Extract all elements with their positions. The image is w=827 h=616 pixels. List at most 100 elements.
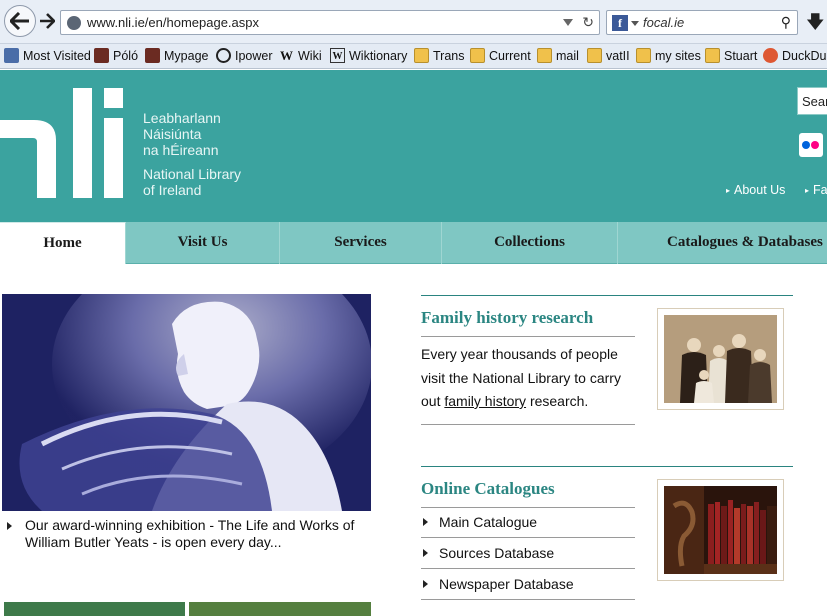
duckduckgo-icon xyxy=(763,48,778,63)
address-bar[interactable]: www.nli.ie/en/homepage.aspx ↻ xyxy=(60,10,600,35)
tab-catalogues-databases[interactable]: Catalogues & Databases xyxy=(618,222,827,264)
bookmark-most-visited[interactable]: Most Visited xyxy=(4,48,91,63)
bookmark-trans[interactable]: Trans xyxy=(414,48,465,63)
library-name-english-line: of Ireland xyxy=(143,182,202,198)
flickr-pink-dot xyxy=(811,141,819,149)
catalogue-link-sources[interactable]: Sources Database xyxy=(421,538,635,569)
bookmark-polo[interactable]: Póló xyxy=(94,48,138,63)
bookmark-label: my sites xyxy=(655,48,701,63)
thumbnail-image[interactable] xyxy=(4,602,185,616)
picture-icon xyxy=(145,48,160,63)
site-header xyxy=(0,70,827,222)
tab-services[interactable]: Services xyxy=(280,222,442,264)
family-history-link[interactable]: family history xyxy=(444,393,526,409)
bookshelf-photo[interactable] xyxy=(657,479,784,581)
bookmark-label: Wiktionary xyxy=(349,48,408,63)
bookmark-stuart[interactable]: Stuart xyxy=(705,48,757,63)
folder-icon xyxy=(587,48,602,63)
bookmark-mypage[interactable]: Mypage xyxy=(145,48,208,63)
url-text: www.nli.ie/en/homepage.aspx xyxy=(87,15,259,30)
family-text-after: research. xyxy=(529,393,589,409)
folder-icon xyxy=(537,48,552,63)
about-us-label: About Us xyxy=(734,183,786,197)
family-portrait-image xyxy=(664,315,777,403)
arrow-icon xyxy=(7,522,12,530)
site-search-input[interactable]: Sear xyxy=(797,87,827,115)
arrow-icon xyxy=(423,518,428,526)
folder-icon xyxy=(470,48,485,63)
yeats-exhibition-image[interactable] xyxy=(2,294,371,511)
catalogue-link-main[interactable]: Main Catalogue xyxy=(421,507,635,538)
family-history-title[interactable]: Family history research xyxy=(421,308,593,328)
back-button[interactable] xyxy=(4,5,36,37)
bookmark-duckduckgo[interactable]: DuckDuc xyxy=(763,48,827,63)
section-divider xyxy=(421,466,793,467)
family-history-text: Every year thousands of people visit the… xyxy=(421,343,641,414)
tab-collections[interactable]: Collections xyxy=(442,222,618,264)
section-divider xyxy=(421,295,793,296)
library-name-irish-line: Leabharlann xyxy=(143,110,221,126)
library-name-english-line: National Library xyxy=(143,166,242,182)
bookmarks-bar: Most Visited Póló Mypage Ipower W Wiki WW… xyxy=(0,44,827,69)
hero-caption-text: Our award-winning exhibition - The Life … xyxy=(25,517,355,550)
family-photo[interactable] xyxy=(657,308,784,410)
utility-link-label: Fa xyxy=(813,183,827,197)
arrow-icon xyxy=(423,580,428,588)
download-icon[interactable]: 🡇 xyxy=(806,10,825,40)
bookshelf-image xyxy=(664,486,777,574)
forward-arrow-icon xyxy=(40,13,55,29)
flickr-blue-dot xyxy=(802,141,810,149)
utility-link-truncated[interactable]: ▸ Fa xyxy=(805,183,827,197)
search-engine-dropdown-icon[interactable] xyxy=(631,21,639,26)
reload-icon[interactable]: ↻ xyxy=(582,14,594,31)
bookmark-wiktionary[interactable]: W Wiktionary xyxy=(330,48,407,63)
hero-caption-link[interactable]: Our award-winning exhibition - The Life … xyxy=(7,517,377,551)
bookmark-label: Póló xyxy=(113,48,139,63)
bookmark-vatii[interactable]: vatII xyxy=(587,48,630,63)
bookmark-label: Wiki xyxy=(298,48,322,63)
globe-icon xyxy=(67,16,81,30)
bookmark-mail[interactable]: mail xyxy=(537,48,579,63)
library-name-irish-line: Náisiúnta xyxy=(143,126,202,142)
tab-home[interactable]: Home xyxy=(0,222,126,264)
thumbnail-image[interactable] xyxy=(189,602,371,616)
folder-icon xyxy=(414,48,429,63)
picture-icon xyxy=(94,48,109,63)
url-history-dropdown-icon[interactable] xyxy=(563,19,573,26)
tab-visit-us[interactable]: Visit Us xyxy=(126,222,280,264)
bookmark-ipower[interactable]: Ipower xyxy=(216,48,273,63)
bookmark-label: vatII xyxy=(606,48,630,63)
bookmark-label: Current xyxy=(489,48,531,63)
forward-button[interactable] xyxy=(37,11,57,31)
bookmark-my-sites[interactable]: my sites xyxy=(636,48,701,63)
about-us-link[interactable]: ▸ About Us xyxy=(726,183,785,197)
browser-search-text: focal.ie xyxy=(643,15,685,30)
catalogue-label: Newspaper Database xyxy=(439,576,574,592)
sub-divider xyxy=(421,424,635,425)
power-icon xyxy=(216,48,231,63)
online-catalogues-title[interactable]: Online Catalogues xyxy=(421,479,555,499)
search-icon[interactable]: ⚲ xyxy=(781,14,791,31)
library-name: Leabharlann Náisiúnta na hÉireann Nation… xyxy=(143,110,241,198)
folder-icon xyxy=(705,48,720,63)
yeats-portrait-illustration xyxy=(2,294,371,511)
bookmark-label: Ipower xyxy=(235,48,273,63)
catalogue-link-newspaper[interactable]: Newspaper Database xyxy=(421,569,635,600)
flickr-icon[interactable] xyxy=(799,133,823,157)
browser-toolbar: www.nli.ie/en/homepage.aspx ↻ f focal.ie… xyxy=(0,0,827,44)
sub-divider xyxy=(421,336,635,337)
arrow-icon xyxy=(423,549,428,557)
bookmark-current[interactable]: Current xyxy=(470,48,531,63)
bookmark-label: DuckDuc xyxy=(782,48,827,63)
catalogue-label: Main Catalogue xyxy=(439,514,538,530)
sub-divider xyxy=(421,599,635,600)
main-nav: Home Visit Us Services Collections Catal… xyxy=(0,222,827,264)
bookmark-label: mail xyxy=(556,48,579,63)
bookmark-label: Stuart xyxy=(724,48,758,63)
browser-search-box[interactable]: f focal.ie ⚲ xyxy=(606,10,798,35)
nli-logo-icon[interactable] xyxy=(0,88,124,200)
facebook-search-engine-icon[interactable]: f xyxy=(612,15,628,31)
bookmark-wiki[interactable]: W Wiki xyxy=(279,48,322,63)
back-arrow-icon xyxy=(10,12,29,30)
bookmark-label: Mypage xyxy=(164,48,209,63)
